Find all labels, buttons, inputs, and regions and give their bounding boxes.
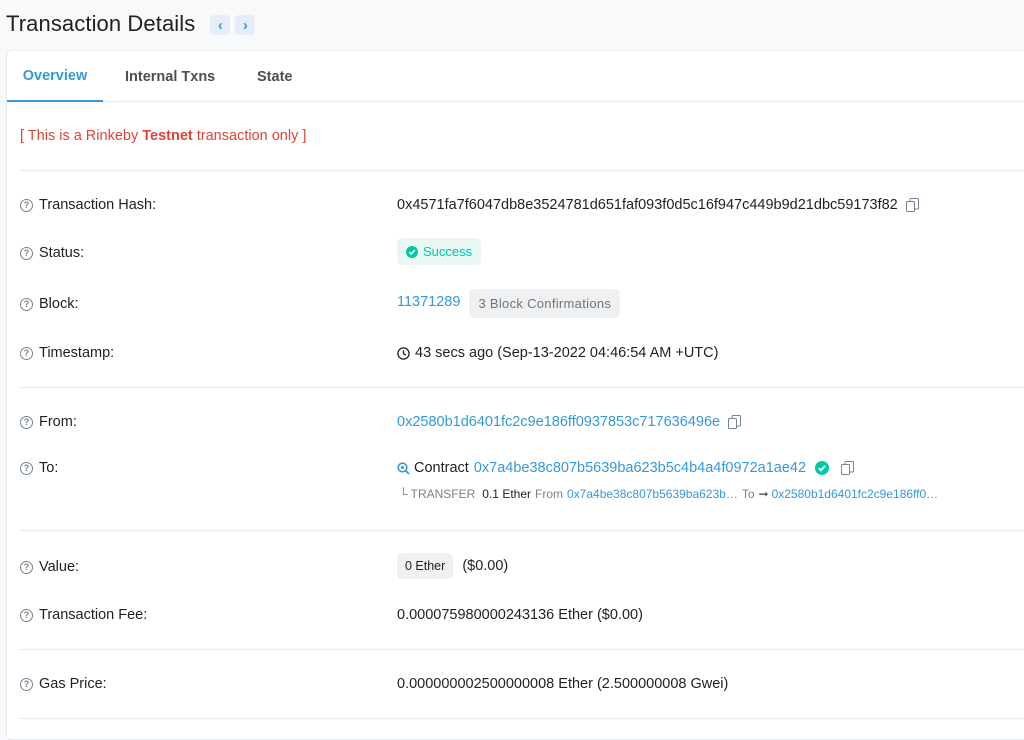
timestamp-value: 43 secs ago (Sep-13-2022 04:46:54 AM +UT… <box>415 345 719 361</box>
verified-check-icon <box>815 461 830 475</box>
transfer-to-label: To <box>741 487 755 501</box>
tab-overview[interactable]: Overview <box>7 51 103 102</box>
copy-icon[interactable] <box>905 197 919 213</box>
transaction-hash: 0x4571fa7f6047db8e3524781d651faf093f0d5c… <box>397 197 898 213</box>
transfer-from-link[interactable]: 0x7a4be38c807b5639ba623b… <box>567 487 738 501</box>
transfer-to-link[interactable]: 0x2580b1d6401fc2c9e186ff0… <box>772 487 939 501</box>
divider <box>20 170 1024 171</box>
to-label: To: <box>39 460 59 476</box>
fee-value-group: 0.000075980000243136 Ether ($0.00) <box>397 607 643 623</box>
question-icon[interactable]: ? <box>20 560 33 574</box>
timestamp-label-group: ? Timestamp: <box>20 345 114 361</box>
page-title: Transaction Details <box>6 11 196 36</box>
timestamp-value-group: 43 secs ago (Sep-13-2022 04:46:54 AM +UT… <box>397 345 718 361</box>
from-label: From: <box>39 414 77 430</box>
block-number-link[interactable]: 11371289 <box>397 294 460 310</box>
value-label-group: ? Value: <box>20 559 79 575</box>
arrow-right-icon: ➞ <box>758 487 769 501</box>
timestamp-label: Timestamp: <box>39 345 115 361</box>
contract-search-icon <box>397 461 410 475</box>
page-header: Transaction Details ‹ › <box>0 0 1024 48</box>
divider <box>20 530 1024 531</box>
contract-label: Contract <box>414 460 469 476</box>
hash-value-group: 0x4571fa7f6047db8e3524781d651faf093f0d5c… <box>397 197 919 213</box>
notice-highlight: Testnet <box>142 128 193 144</box>
transfer-prefix: └ TRANSFER <box>399 487 476 501</box>
to-value-group: Contract 0x7a4be38c807b5639ba623b5c4b4a4… <box>397 460 855 476</box>
status-label: Status: <box>39 245 85 261</box>
copy-icon[interactable] <box>841 460 855 476</box>
status-label-group: ? Status: <box>20 245 84 261</box>
fee-label: Transaction Fee: <box>39 607 148 623</box>
transfer-from-label: From <box>535 487 563 501</box>
to-contract-link[interactable]: 0x7a4be38c807b5639ba623b5c4b4a4f0972a1ae… <box>474 460 806 476</box>
divider <box>20 718 1024 719</box>
divider <box>20 649 1024 650</box>
from-address-link[interactable]: 0x2580b1d6401fc2c9e186ff0937853c71763649… <box>397 414 720 430</box>
status-badge: Success <box>397 238 482 265</box>
gas-label: Gas Price: <box>39 676 107 692</box>
notice-prefix: [ This is a Rinkeby <box>20 128 143 144</box>
gas-price-value: 0.000000002500000008 Ether (2.500000008 … <box>397 676 729 692</box>
question-icon[interactable]: ? <box>20 461 33 475</box>
question-icon[interactable]: ? <box>20 297 33 311</box>
fee-value: 0.000075980000243136 Ether ($0.00) <box>397 607 643 623</box>
block-label: Block: <box>39 296 79 312</box>
block-value-group: 11371289 3 Block Confirmations <box>397 289 621 318</box>
divider <box>20 387 1024 388</box>
hash-label-group: ? Transaction Hash: <box>20 197 156 213</box>
token-transfer-line: └ TRANSFER 0.1 Ether From 0x7a4be38c807b… <box>399 487 938 501</box>
question-icon[interactable]: ? <box>20 246 33 260</box>
tab-state[interactable]: State <box>257 51 292 102</box>
hash-label: Transaction Hash: <box>39 197 157 213</box>
value-label: Value: <box>39 559 80 575</box>
fee-label-group: ? Transaction Fee: <box>20 607 147 623</box>
copy-icon[interactable] <box>728 414 742 430</box>
gas-label-group: ? Gas Price: <box>20 676 107 692</box>
from-value-group: 0x2580b1d6401fc2c9e186ff0937853c71763649… <box>397 414 742 430</box>
transaction-card: Overview Internal Txns State [ This is a… <box>6 50 1024 740</box>
value-usd: ($0.00) <box>462 558 509 574</box>
notice-suffix: transaction only ] <box>192 128 307 144</box>
question-icon[interactable]: ? <box>20 608 33 622</box>
gas-value-group: 0.000000002500000008 Ether (2.500000008 … <box>397 676 728 692</box>
block-confirmations-badge: 3 Block Confirmations <box>469 289 621 318</box>
check-circle-icon <box>406 245 418 258</box>
block-label-group: ? Block: <box>20 296 79 312</box>
status-text: Success <box>423 244 473 259</box>
clock-icon <box>397 346 410 360</box>
prev-transaction-button[interactable]: ‹ <box>210 15 231 35</box>
value-value-group: 0 Ether ($0.00) <box>397 553 508 579</box>
testnet-notice: [ This is a Rinkeby Testnet transaction … <box>20 128 306 144</box>
value-ether-badge: 0 Ether <box>397 553 454 579</box>
tab-bar: Overview Internal Txns State <box>7 51 1024 102</box>
next-transaction-button[interactable]: › <box>235 15 256 35</box>
question-icon[interactable]: ? <box>20 198 33 212</box>
question-icon[interactable]: ? <box>20 346 33 360</box>
status-value-group: Success <box>397 238 482 265</box>
from-label-group: ? From: <box>20 414 77 430</box>
tab-internal-txns[interactable]: Internal Txns <box>125 51 215 102</box>
transfer-amount: 0.1 Ether <box>482 487 531 501</box>
to-label-group: ? To: <box>20 460 58 476</box>
question-icon[interactable]: ? <box>20 677 33 691</box>
nav-arrows: ‹ › <box>210 15 256 35</box>
question-icon[interactable]: ? <box>20 415 33 429</box>
